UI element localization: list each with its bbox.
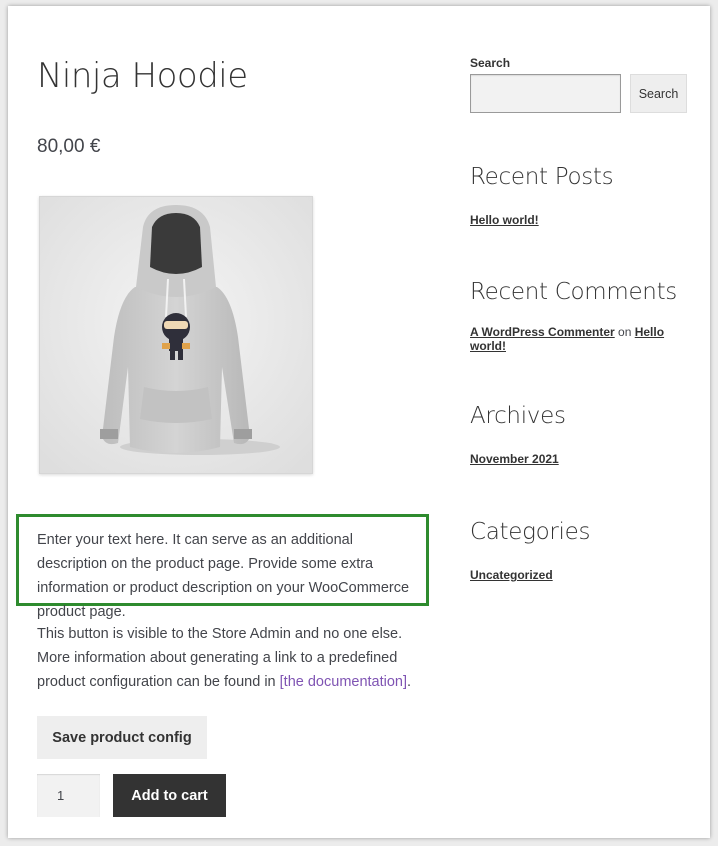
recent-comments-title: Recent Comments [470,279,677,305]
search-input[interactable] [470,74,621,113]
recent-post-link[interactable]: Hello world! [470,213,539,227]
product-image[interactable] [39,196,313,474]
quantity-input[interactable] [37,774,100,817]
product-price: 80,00 € [37,136,101,157]
hoodie-illustration [40,197,312,473]
categories-title: Categories [470,519,591,545]
search-label: Search [470,56,511,70]
category-link[interactable]: Uncategorized [470,568,553,582]
search-button[interactable]: Search [630,74,687,113]
product-title: Ninja Hoodie [37,56,248,96]
categories-list: Uncategorized [470,568,690,582]
recent-posts-title: Recent Posts [470,164,614,190]
save-product-config-button[interactable]: Save product config [37,716,207,759]
archives-title: Archives [470,403,566,429]
archive-link[interactable]: November 2021 [470,452,559,466]
custom-description-text: Enter your text here. It can serve as an… [37,532,410,620]
add-to-cart-button[interactable]: Add to cart [113,774,226,817]
recent-comment-item: A WordPress Commenter on Hello world! [470,325,690,353]
admin-note: This button is visible to the Store Admi… [37,622,437,694]
page-frame: Ninja Hoodie 80,00 € Enter your text her… [8,6,710,838]
documentation-link[interactable]: [the documentation] [280,674,407,690]
comment-author-link[interactable]: A WordPress Commenter [470,325,615,339]
comment-connector: on [614,325,635,339]
archives-list: November 2021 [470,452,690,466]
recent-posts-list: Hello world! [470,213,690,227]
admin-note-end: . [407,674,412,690]
